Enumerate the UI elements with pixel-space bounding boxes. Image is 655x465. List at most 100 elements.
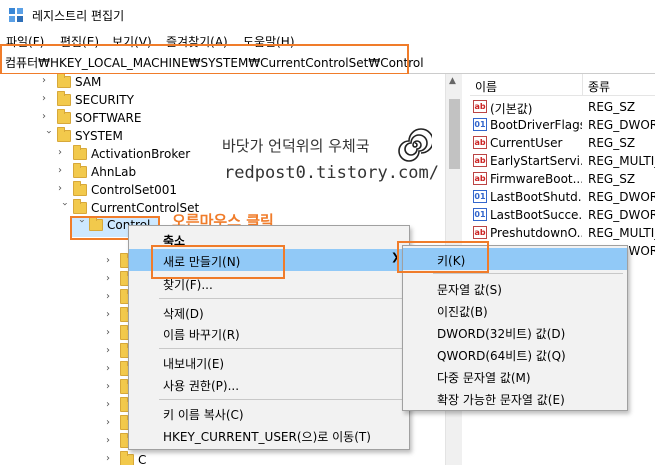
tree-item-stub[interactable]: ›	[0, 325, 134, 344]
column-header-name[interactable]: 이름	[475, 78, 497, 95]
expand-chevron-icon[interactable]: ›	[106, 255, 118, 269]
tree-item-stub[interactable]: ›	[0, 415, 134, 434]
tree-item-stub[interactable]: ›	[0, 289, 134, 308]
title-bar: 레지스트리 편집기	[0, 0, 655, 30]
value-name: PreshutdownO...	[490, 226, 582, 240]
tree-item-stub[interactable]: ›	[0, 307, 134, 326]
expand-chevron-icon[interactable]: ›	[106, 327, 118, 341]
expand-chevron-icon[interactable]: ›	[106, 273, 118, 287]
menu-item-export[interactable]: 내보내기(E)	[129, 351, 409, 373]
expand-chevron-icon[interactable]: ›	[106, 417, 118, 431]
key-item-highlight-box	[397, 241, 489, 273]
reg-string-icon: ab	[473, 136, 487, 149]
scroll-thumb[interactable]	[449, 99, 460, 169]
tree-item-stub[interactable]: ›	[0, 253, 134, 272]
regedit-app-icon	[9, 8, 23, 22]
expand-chevron-icon[interactable]: ›	[106, 435, 118, 449]
column-divider[interactable]	[582, 74, 583, 96]
tree-item-stub[interactable]: ›	[0, 361, 134, 380]
value-type: REG_MULTI_SZ	[588, 154, 655, 168]
folder-icon	[73, 145, 87, 160]
menu-item-label: 키 이름 복사(C)	[163, 408, 244, 422]
submenu-item-binary[interactable]: 이진값(B)	[403, 299, 627, 321]
value-name: CurrentUser	[490, 136, 563, 150]
scroll-up-icon[interactable]: ▲	[449, 76, 456, 86]
tree-label: ActivationBroker	[91, 147, 191, 161]
column-header-type[interactable]: 종류	[588, 78, 610, 95]
expand-chevron-icon[interactable]: ›	[42, 93, 54, 107]
menu-item-label: 이름 바꾸기(R)	[163, 328, 240, 342]
value-row[interactable]: 01 LastBootSucce... REG_DWORD	[470, 206, 655, 224]
expand-chevron-icon[interactable]: ›	[58, 183, 70, 197]
swirl-logo-icon	[398, 128, 432, 162]
value-type: REG_SZ	[588, 172, 636, 186]
value-row[interactable]: ab PreshutdownO... REG_MULTI_SZ	[470, 224, 655, 242]
value-type: REG_DWORD	[588, 208, 655, 222]
reg-binary-icon: 01	[473, 190, 487, 203]
expand-chevron-icon[interactable]: ›	[106, 309, 118, 323]
tree-item-security[interactable]: › SECURITY	[0, 91, 445, 110]
tree-item-stub[interactable]: ›	[0, 379, 134, 398]
expand-chevron-icon[interactable]: ›	[106, 363, 118, 377]
expand-chevron-icon[interactable]: ›	[42, 111, 54, 125]
tree-item-software[interactable]: › SOFTWARE	[0, 109, 445, 128]
expand-chevron-icon[interactable]: ›	[106, 291, 118, 305]
expand-chevron-icon[interactable]: ›	[106, 345, 118, 359]
window-title: 레지스트리 편집기	[32, 9, 125, 23]
reg-binary-icon: 01	[473, 208, 487, 221]
value-row[interactable]: 01 LastBootShutd... REG_DWORD	[470, 188, 655, 206]
submenu-item-multi-string[interactable]: 다중 문자열 값(M)	[403, 365, 627, 387]
value-type: REG_SZ	[588, 136, 636, 150]
collapse-chevron-icon[interactable]: ›	[40, 130, 54, 142]
menu-item-label: DWORD(32비트) 값(D)	[437, 327, 566, 341]
menu-separator	[433, 273, 623, 274]
tree-item-stub[interactable]: › A	[0, 271, 146, 290]
value-row[interactable]: ab FirmwareBoot... REG_SZ	[470, 170, 655, 188]
menu-item-rename[interactable]: 이름 바꾸기(R)	[129, 322, 409, 344]
reg-string-icon: ab	[473, 100, 487, 113]
value-name: (기본값)	[490, 102, 533, 116]
tree-item-stub[interactable]: › B	[0, 397, 146, 416]
tree-item-stub[interactable]: › C	[0, 451, 146, 465]
expand-chevron-icon[interactable]: ›	[106, 399, 118, 413]
value-row[interactable]: 01 BootDriverFlags REG_DWORD	[470, 116, 655, 134]
reg-string-icon: ab	[473, 226, 487, 239]
value-name: LastBootSucce...	[490, 208, 582, 222]
submenu-item-dword[interactable]: DWORD(32비트) 값(D)	[403, 321, 627, 343]
expand-chevron-icon[interactable]: ›	[42, 75, 54, 89]
expand-chevron-icon[interactable]: ›	[58, 165, 70, 179]
value-row[interactable]: ab CurrentUser REG_SZ	[470, 134, 655, 152]
tree-item-controlset001[interactable]: › ControlSet001	[0, 181, 445, 200]
tree-label: AhnLab	[91, 165, 137, 179]
folder-icon	[57, 109, 71, 124]
menu-item-delete[interactable]: 삭제(D)	[129, 301, 409, 323]
menu-item-permissions[interactable]: 사용 권한(P)...	[129, 373, 409, 395]
value-row[interactable]: ab EarlyStartServi... REG_MULTI_SZ	[470, 152, 655, 170]
expand-chevron-icon[interactable]: ›	[106, 453, 118, 465]
menu-separator	[159, 298, 405, 299]
menu-item-label: 사용 권한(P)...	[163, 379, 240, 393]
tree-label: SAM	[75, 75, 102, 89]
menu-item-label: 확장 가능한 문자열 값(E)	[437, 393, 565, 407]
reg-string-icon: ab	[473, 172, 487, 185]
menu-item-label: 이진값(B)	[437, 305, 488, 319]
expand-chevron-icon[interactable]: ›	[106, 381, 118, 395]
submenu-item-string[interactable]: 문자열 값(S)	[403, 277, 627, 299]
folder-icon	[73, 163, 87, 178]
submenu-item-expandable-string[interactable]: 확장 가능한 문자열 값(E)	[403, 387, 627, 409]
value-name: FirmwareBoot...	[490, 172, 582, 186]
tree-item-sam[interactable]: › SAM	[0, 74, 445, 92]
reg-binary-icon: 01	[473, 118, 487, 131]
submenu-item-qword[interactable]: QWORD(64비트) 값(Q)	[403, 343, 627, 365]
expand-chevron-icon[interactable]: ›	[58, 147, 70, 161]
value-row[interactable]: ab (기본값) REG_SZ	[470, 98, 655, 116]
collapse-chevron-icon[interactable]: ›	[56, 202, 70, 214]
menu-item-copy-key-name[interactable]: 키 이름 복사(C)	[129, 402, 409, 424]
menu-item-goto-hkcu[interactable]: HKEY_CURRENT_USER(으)로 이동(T)	[129, 424, 409, 446]
tree-label: ControlSet001	[91, 183, 177, 197]
tree-item-stub[interactable]: ›	[0, 433, 134, 452]
folder-icon	[57, 74, 71, 88]
address-highlight-box	[0, 44, 409, 75]
folder-icon	[57, 127, 71, 142]
tree-item-stub[interactable]: ›	[0, 343, 134, 362]
